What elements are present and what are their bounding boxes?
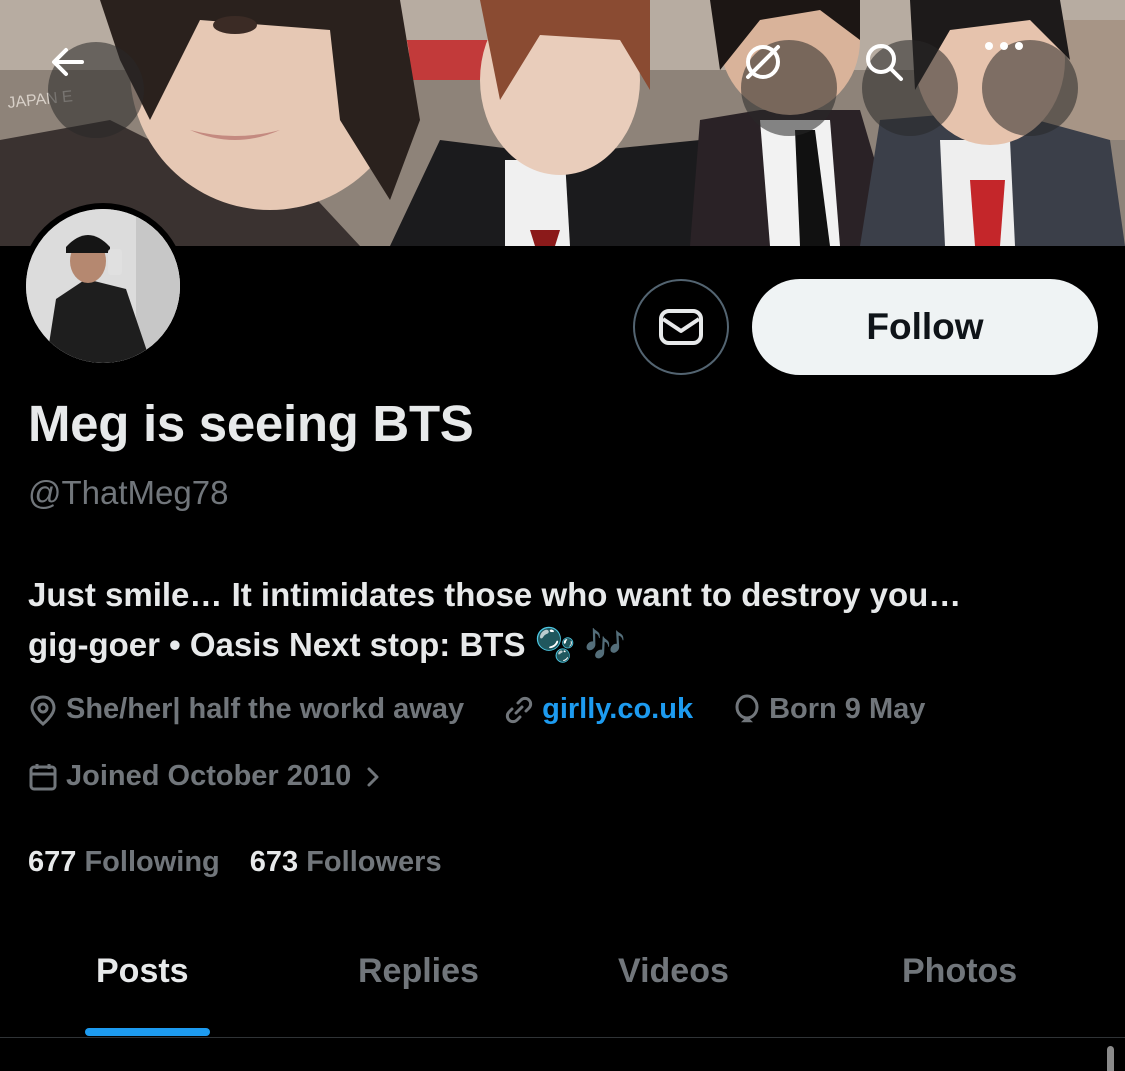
following-number: 677 [28,846,77,878]
unblock-button[interactable] [741,40,837,136]
profile-page: JAPAN E Follow Meg is seeing BTS @ThatMe… [0,0,1125,1071]
message-button[interactable] [633,279,729,375]
display-name: Meg is seeing BTS [28,395,474,452]
search-icon [866,44,903,81]
profile-banner[interactable]: JAPAN E [0,0,1125,246]
bio-emoji: 🫧 🎶 [534,626,626,663]
bio-line-1: Just smile… It intimidates those who wan… [28,576,962,613]
follow-counts: 677 Following 673 Followers [28,846,472,879]
chevron-right-icon [367,767,379,786]
avatar-photo [26,209,180,363]
website-link[interactable]: girlly.co.uk [542,693,693,726]
birthday-item: Born 9 May [733,693,925,726]
envelope-icon [659,309,703,345]
location-pin-icon [30,694,56,726]
followers-count[interactable]: 673 Followers [250,846,442,879]
location-item: She/her| half the workd away [28,693,464,726]
follow-button[interactable]: Follow [752,279,1098,375]
arrow-left-icon [52,48,84,76]
active-tab-indicator [85,1028,210,1036]
no-sign-icon [746,45,780,79]
bio: Just smile… It intimidates those who wan… [28,570,1108,670]
tab-posts[interactable]: Posts [96,952,189,991]
user-handle: @ThatMeg78 [28,474,229,511]
tabs-divider [0,1037,1125,1038]
more-options-button[interactable] [982,40,1078,136]
tab-videos[interactable]: Videos [618,952,729,991]
link-icon [505,696,533,723]
avatar[interactable] [20,203,186,369]
search-button[interactable] [862,40,958,136]
birthday-text: Born 9 May [769,693,926,725]
scrollbar[interactable] [1107,1046,1114,1071]
calendar-icon [29,763,57,790]
profile-tabs: Posts Replies Videos Photos [0,940,1125,1037]
following-label: Following [84,846,220,878]
banner-photo: JAPAN E [0,0,1125,246]
following-count[interactable]: 677 Following [28,846,220,879]
joined-text: Joined October 2010 [66,760,352,792]
back-button[interactable] [48,42,144,138]
tab-photos[interactable]: Photos [902,952,1017,991]
website-item[interactable]: girlly.co.uk [504,693,693,726]
location-text: She/her| half the workd away [66,693,465,725]
profile-meta-row: She/her| half the workd away girlly.co.u… [28,693,965,726]
more-horizontal-icon [985,42,1023,50]
balloon-icon [735,694,759,722]
joined-row[interactable]: Joined October 2010 [28,760,433,793]
joined-item[interactable]: Joined October 2010 [28,760,393,793]
followers-number: 673 [249,846,299,878]
bio-line-2-text: gig-goer • Oasis Next stop: BTS [28,626,526,663]
tab-replies[interactable]: Replies [358,952,479,991]
bio-line-2: gig-goer • Oasis Next stop: BTS 🫧 🎶 [28,620,1108,670]
followers-label: Followers [306,846,442,878]
